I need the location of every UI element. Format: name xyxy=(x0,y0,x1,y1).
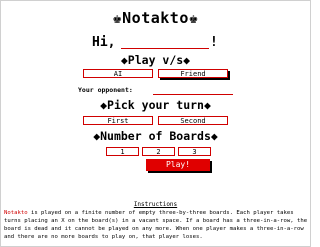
boards-2-button[interactable]: 2 xyxy=(142,147,175,156)
turn-first-button[interactable]: First xyxy=(83,116,153,125)
opponent-name-input[interactable] xyxy=(153,89,233,95)
instructions-text: is played on a finite number of empty th… xyxy=(4,210,308,240)
instructions-title: Instructions xyxy=(133,201,178,208)
player-name-input[interactable] xyxy=(121,37,209,49)
pick-turn-heading: ◆Pick your turn◆ xyxy=(100,98,211,112)
opponent-label: Your opponent: xyxy=(78,86,133,94)
greeting-exclaim: ! xyxy=(210,35,218,50)
app-title: ♚Notakto♚ xyxy=(112,9,199,27)
instructions-body: Notakto is played on a finite number of … xyxy=(4,209,309,241)
boards-3-button[interactable]: 3 xyxy=(178,147,211,156)
instructions-keyword: Notakto xyxy=(4,210,28,216)
play-button[interactable]: Play! xyxy=(146,159,210,171)
boards-1-button[interactable]: 1 xyxy=(106,147,139,156)
greeting-text: Hi, xyxy=(92,35,116,50)
number-of-boards-heading: ◆Number of Boards◆ xyxy=(93,129,218,143)
play-vs-ai-button[interactable]: AI xyxy=(83,69,153,78)
play-vs-friend-button[interactable]: Friend xyxy=(158,69,228,78)
play-vs-heading: ◆Play v/s◆ xyxy=(120,53,191,67)
turn-second-button[interactable]: Second xyxy=(158,116,228,125)
